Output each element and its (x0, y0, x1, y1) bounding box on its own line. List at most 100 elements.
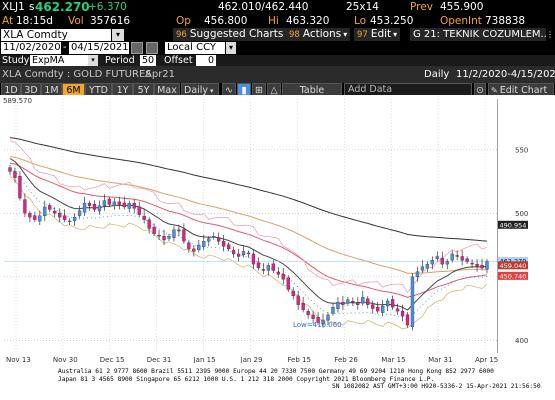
candle (222, 234, 226, 252)
calendar-icon[interactable] (146, 42, 158, 54)
low-annotation: Low=410.060 (293, 321, 342, 329)
price-chart[interactable]: 400450500550 Nov 13Nov 30Dec 15Dec 31Jan… (0, 95, 555, 400)
candle (231, 246, 236, 258)
currency-select[interactable]: Local CCY (165, 42, 225, 54)
candle (236, 248, 241, 262)
candle-body (440, 257, 444, 265)
edit-menu[interactable]: 97 Edit ▾ (354, 28, 401, 41)
candle (366, 296, 370, 309)
price-tag: 450.740 (498, 271, 528, 280)
candle-body (341, 302, 345, 305)
candle-body (82, 202, 87, 213)
candle-body (137, 206, 141, 215)
candle-body (400, 310, 405, 317)
candle-body (450, 253, 454, 261)
candle (420, 260, 425, 273)
security-dropdown-icon[interactable]: ▾ (112, 29, 124, 41)
y-tick-label: 500 (515, 210, 528, 218)
candle-body (112, 201, 116, 207)
end-date-field[interactable]: 04/15/2021 (69, 42, 129, 54)
candle (405, 312, 410, 328)
start-date-field[interactable]: 11/02/2020 (1, 42, 61, 54)
candle (336, 297, 340, 313)
footer-line-2: Japan 81 3 4565 8900 Singapore 65 6212 1… (58, 376, 434, 383)
signal-dots (9, 168, 488, 321)
x-tick-label: Mar 31 (428, 356, 452, 364)
candle-body (92, 204, 97, 210)
candle-body (177, 229, 181, 232)
candle-body (8, 167, 12, 172)
candle-body (480, 264, 484, 269)
candle-body (385, 300, 390, 307)
chevron-down-icon: ▾ (210, 87, 214, 95)
candle-body (346, 299, 350, 304)
candle (480, 258, 484, 271)
candle-body (311, 314, 315, 319)
oi-value: 738838 (485, 15, 526, 27)
candle (107, 196, 112, 207)
candle (376, 301, 380, 314)
candle-body (410, 276, 415, 327)
chevron-down-icon[interactable]: ▾ (88, 55, 98, 66)
x-tick-label: Jan 15 (193, 356, 216, 364)
chevron-down-icon[interactable]: ▾ (226, 42, 236, 54)
x-tick-label: Mar 15 (381, 356, 405, 364)
x-tick-label: Apr 15 (475, 356, 498, 364)
study-select[interactable]: ExpMA (30, 55, 88, 66)
candle (67, 218, 72, 225)
candle (137, 201, 141, 218)
candle-body (371, 304, 375, 309)
candle (172, 226, 176, 242)
net-change: +6.370 (88, 1, 127, 13)
candle (43, 200, 47, 221)
candle-body (445, 261, 449, 265)
candle (415, 266, 420, 282)
candle-body (67, 220, 72, 223)
suggested-charts-menu[interactable]: 96 Suggested Charts (173, 28, 287, 41)
low-label: Lo (354, 15, 367, 27)
window-more-icon[interactable]: ⋮ (546, 29, 554, 41)
candle-body (87, 202, 92, 206)
candle-body (390, 299, 395, 308)
x-tick-label: Nov 13 (6, 356, 31, 364)
candle (58, 208, 62, 223)
candle (261, 263, 266, 275)
candle-body (470, 262, 474, 265)
candle (346, 297, 350, 306)
candle-body (152, 226, 156, 234)
right-labels: 490.954462.254462.270459.040450.740 (498, 220, 528, 280)
open-value: 456.800 (204, 15, 248, 27)
candle-body (326, 314, 330, 321)
ticker: XLJ1 (2, 1, 25, 13)
footer-line-1: Australia 61 2 9777 8600 Brazil 5511 239… (58, 368, 494, 375)
vol-label: Vol (68, 15, 84, 27)
candle-body (256, 262, 261, 269)
candle-body (53, 210, 57, 214)
candle (246, 250, 251, 258)
candle-body (281, 274, 285, 280)
offset-field[interactable]: 0 (196, 55, 216, 66)
security-field[interactable]: XLA Comdty (1, 29, 111, 41)
candle-body (296, 295, 300, 305)
candle-body (485, 261, 489, 270)
actions-menu[interactable]: 98 Actions ▾ (286, 28, 351, 41)
candle (301, 296, 305, 313)
candle (266, 262, 271, 276)
price-tag: 490.954 (498, 220, 528, 229)
date-range-row: 11/02/2020 - 04/15/2021 Local CCY ▾ (0, 42, 555, 55)
candle-body (77, 210, 82, 216)
low-value: 453.250 (370, 15, 414, 27)
candle (425, 261, 430, 272)
candle (251, 250, 256, 270)
price-tag-text: 490.954 (500, 221, 527, 229)
price-tag: 459.040 (498, 261, 528, 270)
candle (291, 287, 295, 300)
calendar-icon[interactable] (131, 42, 143, 54)
candle-body (217, 237, 221, 242)
candle-body (306, 311, 310, 316)
chevron-down-icon: ▾ (393, 30, 398, 39)
candle-body (72, 216, 77, 222)
period-field[interactable]: 50 (140, 55, 156, 66)
candle-body (33, 215, 37, 220)
candle-body (226, 244, 231, 250)
